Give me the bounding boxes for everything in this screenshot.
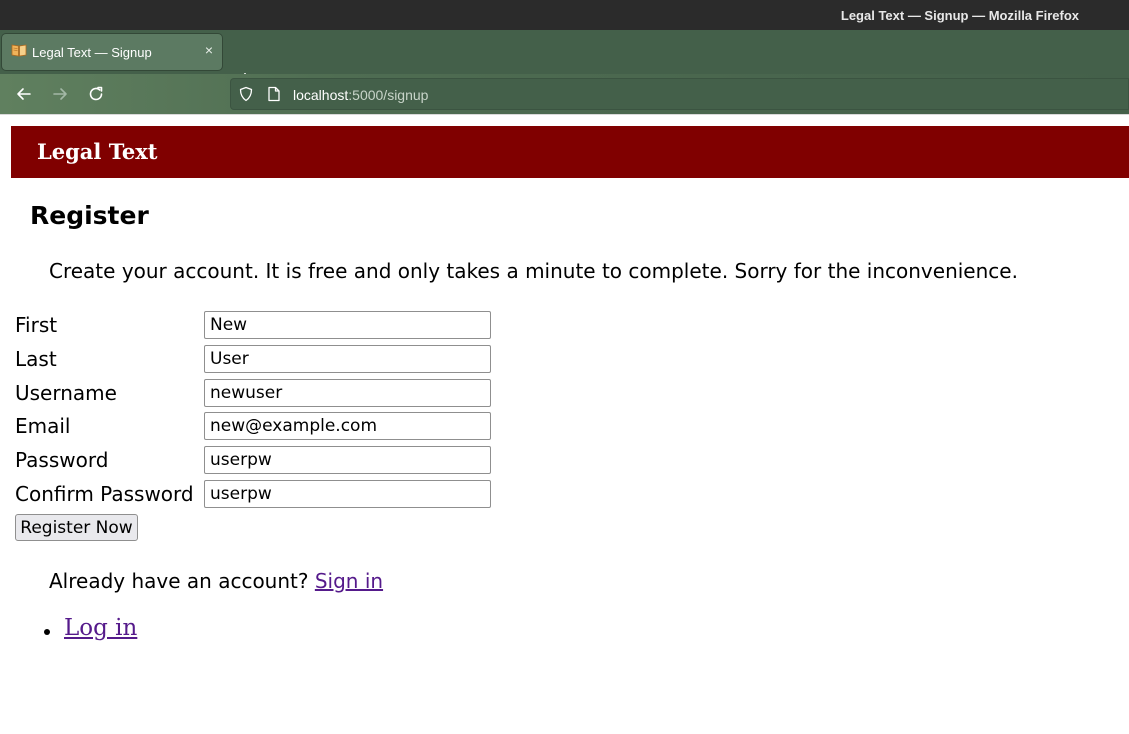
register-now-button[interactable]: Register Now bbox=[15, 514, 138, 541]
username-label: Username bbox=[15, 381, 117, 405]
url-host: localhost bbox=[293, 87, 349, 103]
field-row-email: Email bbox=[15, 412, 495, 440]
field-row-username: Username bbox=[15, 379, 495, 407]
url-text[interactable]: localhost:5000/signup bbox=[293, 87, 428, 103]
url-path: :5000/signup bbox=[348, 87, 429, 103]
site-header-banner: Legal Text bbox=[11, 126, 1129, 178]
first-name-label: First bbox=[15, 313, 58, 337]
signin-prompt-text: Already have an account? bbox=[49, 569, 309, 593]
last-name-label: Last bbox=[15, 347, 57, 371]
username-input[interactable] bbox=[204, 379, 491, 407]
toolbar-divider bbox=[0, 114, 1129, 115]
last-name-input[interactable] bbox=[204, 345, 491, 373]
email-input[interactable] bbox=[204, 412, 491, 440]
tab-legal-text-signup[interactable]: Legal Text — Signup × bbox=[2, 34, 222, 70]
email-label: Email bbox=[15, 414, 71, 438]
tab-strip: Legal Text — Signup × + bbox=[0, 30, 1129, 89]
forward-button[interactable] bbox=[50, 84, 70, 104]
tab-label: Legal Text — Signup bbox=[32, 45, 152, 60]
window-title: Legal Text — Signup — Mozilla Firefox bbox=[840, 8, 1079, 23]
arrow-right-icon bbox=[53, 88, 67, 100]
page-title: Register bbox=[30, 201, 149, 230]
shield-icon[interactable] bbox=[238, 86, 254, 102]
first-name-input[interactable] bbox=[204, 311, 491, 339]
navigation-toolbar: localhost:5000/signup bbox=[0, 74, 1129, 114]
window-title-bar: Legal Text — Signup — Mozilla Firefox bbox=[0, 0, 1129, 30]
arrow-left-icon bbox=[17, 88, 31, 100]
site-brand[interactable]: Legal Text bbox=[37, 139, 158, 164]
confirm-password-label: Confirm Password bbox=[15, 482, 194, 506]
address-bar[interactable]: localhost:5000/signup bbox=[230, 78, 1129, 110]
close-tab-icon[interactable]: × bbox=[205, 42, 213, 58]
reload-button[interactable] bbox=[86, 84, 106, 104]
page-icon[interactable] bbox=[267, 86, 281, 102]
log-in-link[interactable]: Log in bbox=[64, 615, 137, 641]
signin-prompt: Already have an account? Sign in bbox=[49, 569, 383, 593]
password-label: Password bbox=[15, 448, 109, 472]
reload-icon bbox=[89, 86, 103, 101]
confirm-password-input[interactable] bbox=[204, 480, 491, 508]
field-row-password: Password bbox=[15, 446, 495, 474]
bullet-icon bbox=[44, 629, 50, 635]
field-row-confirm-password: Confirm Password bbox=[15, 480, 495, 508]
field-row-last: Last bbox=[15, 345, 495, 373]
intro-text: Create your account. It is free and only… bbox=[49, 259, 1018, 283]
book-icon bbox=[11, 44, 27, 57]
back-button[interactable] bbox=[14, 84, 34, 104]
field-row-first: First bbox=[15, 311, 495, 339]
sign-in-link[interactable]: Sign in bbox=[315, 569, 383, 593]
password-input[interactable] bbox=[204, 446, 491, 474]
